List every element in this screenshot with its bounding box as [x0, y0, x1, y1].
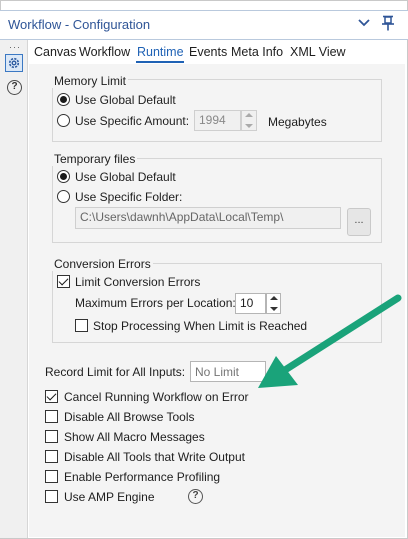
- amp-engine-checkbox[interactable]: [45, 490, 58, 503]
- show-macro-messages-checkbox[interactable]: [45, 430, 58, 443]
- temp-folder-field[interactable]: C:\Users\dawnh\AppData\Local\Temp\: [75, 207, 341, 229]
- disable-browse-tools-checkbox[interactable]: [45, 410, 58, 423]
- cancel-on-error-label: Cancel Running Workflow on Error: [64, 390, 249, 404]
- memory-amount-stepper[interactable]: [241, 110, 257, 131]
- performance-profiling-label: Enable Performance Profiling: [64, 470, 221, 484]
- max-errors-label: Maximum Errors per Location:: [75, 296, 236, 310]
- amp-help-icon[interactable]: ?: [188, 489, 203, 504]
- memory-specific-radio[interactable]: [57, 114, 70, 127]
- record-limit-label: Record Limit for All Inputs:: [45, 365, 186, 379]
- pin-icon[interactable]: [381, 15, 395, 31]
- tab-xml-view[interactable]: XML View: [290, 45, 346, 59]
- memory-global-radio[interactable]: [57, 93, 70, 106]
- conversion-errors-label: Conversion Errors: [52, 257, 153, 271]
- temp-specific-radio[interactable]: [57, 190, 70, 203]
- disable-write-output-label: Disable All Tools that Write Output: [64, 450, 245, 464]
- more-icon[interactable]: ···: [9, 42, 21, 52]
- megabytes-unit: Megabytes: [268, 115, 327, 129]
- show-macro-messages-label: Show All Macro Messages: [64, 430, 205, 444]
- chevron-down-icon[interactable]: [358, 17, 370, 29]
- performance-profiling-checkbox[interactable]: [45, 470, 58, 483]
- limit-conversion-errors-label: Limit Conversion Errors: [75, 275, 201, 289]
- help-icon[interactable]: ?: [7, 80, 22, 95]
- tab-runtime[interactable]: Runtime: [137, 45, 184, 59]
- annotation-arrow-icon: [258, 294, 402, 388]
- stop-processing-checkbox[interactable]: [75, 319, 88, 332]
- side-rail: [0, 40, 28, 538]
- tab-meta-info[interactable]: Meta Info: [231, 45, 283, 59]
- active-tab-indicator: [136, 61, 184, 63]
- memory-specific-label: Use Specific Amount:: [75, 114, 190, 128]
- temp-global-radio[interactable]: [57, 170, 70, 183]
- temp-specific-label: Use Specific Folder:: [75, 190, 183, 204]
- window-title: Workflow - Configuration: [8, 17, 151, 32]
- tab-canvas[interactable]: Canvas: [34, 45, 76, 59]
- disable-write-output-checkbox[interactable]: [45, 450, 58, 463]
- tab-events[interactable]: Events: [189, 45, 227, 59]
- browse-folder-button[interactable]: ...: [347, 208, 371, 236]
- temp-global-label: Use Global Default: [75, 170, 176, 184]
- temporary-files-label: Temporary files: [52, 152, 138, 166]
- memory-limit-label: Memory Limit: [52, 74, 129, 88]
- disable-browse-tools-label: Disable All Browse Tools: [64, 410, 195, 424]
- memory-amount-field[interactable]: 1994: [194, 110, 241, 131]
- limit-conversion-errors-checkbox[interactable]: [57, 275, 70, 288]
- amp-engine-label: Use AMP Engine: [64, 490, 155, 504]
- gear-icon[interactable]: [5, 54, 23, 72]
- memory-global-label: Use Global Default: [75, 93, 176, 107]
- cancel-on-error-checkbox[interactable]: [45, 390, 58, 403]
- tab-workflow[interactable]: Workflow: [79, 45, 130, 59]
